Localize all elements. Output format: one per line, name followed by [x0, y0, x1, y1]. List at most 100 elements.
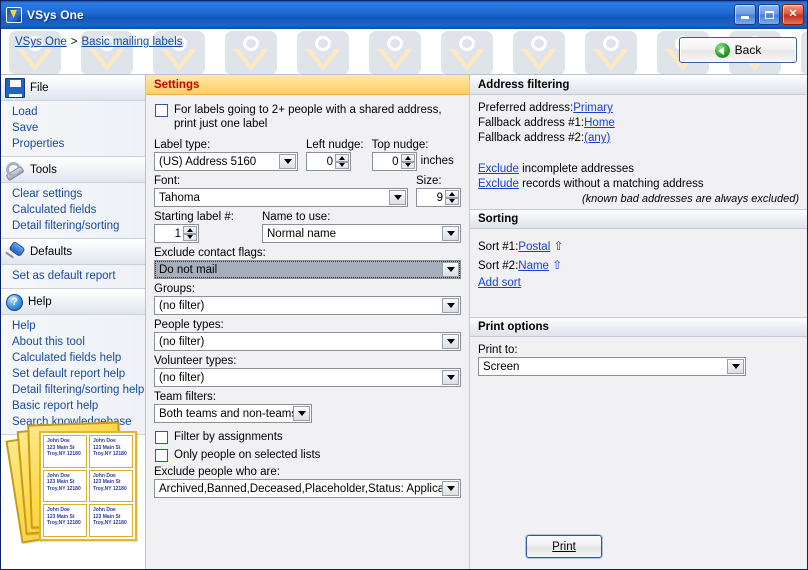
bad-addresses-note: (known bad addresses are always excluded… — [581, 193, 799, 205]
nudge-units-label: inches — [420, 154, 454, 167]
breadcrumb-root-link[interactable]: VSys One — [15, 36, 67, 48]
volunteer-types-value: (no filter) — [159, 371, 205, 384]
filter-by-assignments-checkbox[interactable] — [155, 431, 168, 444]
banner: VSys One > Basic mailing labels Back — [1, 29, 807, 75]
add-sort-link[interactable]: Add sort — [478, 277, 521, 289]
label-cell: John Doe 123 Main St Troy,NY 12180 — [43, 435, 87, 468]
sidebar-item-clear-settings[interactable]: Clear settings — [1, 186, 145, 202]
spinner-down-icon[interactable] — [335, 161, 349, 169]
close-icon: ✕ — [788, 8, 798, 20]
exclude-contact-flags-combo[interactable]: Do not mail — [154, 260, 461, 279]
sort-1-link[interactable]: Postal — [518, 241, 550, 253]
people-types-combo[interactable]: (no filter) — [154, 332, 461, 351]
spinner-up-icon[interactable] — [400, 154, 415, 162]
exclude-incomplete-link[interactable]: Exclude — [478, 163, 519, 175]
preferred-address-link[interactable]: Primary — [573, 102, 613, 114]
sidebar-group-defaults-header[interactable]: Defaults — [1, 239, 145, 265]
maximize-button[interactable] — [758, 4, 780, 25]
sidebar-item-about-this-tool[interactable]: About this tool — [1, 334, 145, 350]
spinner-up-icon[interactable] — [183, 226, 197, 234]
chevron-down-icon[interactable] — [442, 262, 459, 277]
sidebar-item-load[interactable]: Load — [1, 104, 145, 120]
top-nudge-spinner[interactable]: 0 — [371, 152, 417, 171]
font-label: Font: — [154, 175, 181, 187]
minimize-button[interactable] — [734, 4, 756, 25]
chevron-down-icon[interactable] — [442, 226, 459, 241]
chevron-down-icon[interactable] — [442, 298, 459, 313]
sidebar-group-tools-header[interactable]: Tools — [1, 157, 145, 183]
size-spinner[interactable]: 9 — [416, 188, 461, 207]
groups-combo[interactable]: (no filter) — [154, 296, 461, 315]
sidebar-item-help[interactable]: Help — [1, 318, 145, 334]
caption-buttons: ✕ — [734, 4, 804, 25]
chevron-down-icon[interactable] — [442, 481, 459, 496]
fallback-address-2-link[interactable]: (any) — [584, 132, 610, 144]
sidebar-group-defaults-items: Set as default report — [1, 265, 145, 289]
print-button[interactable]: Print — [526, 535, 602, 558]
sidebar-item-calculated-fields[interactable]: Calculated fields — [1, 202, 145, 218]
starting-label-spinner[interactable]: 1 — [154, 224, 199, 243]
sidebar-item-properties[interactable]: Properties — [1, 136, 145, 152]
left-nudge-spinner[interactable]: 0 — [306, 152, 351, 171]
address-filtering-body: Preferred address:Primary Fallback addre… — [470, 95, 807, 205]
chevron-down-icon[interactable] — [293, 406, 310, 421]
add-sort-row: Add sort — [478, 277, 799, 289]
spinner-buttons[interactable] — [400, 154, 415, 169]
sidebar-item-detail-filtering-sorting-help[interactable]: Detail filtering/sorting help — [1, 382, 145, 398]
fallback-address-1-link[interactable]: Home — [584, 117, 615, 129]
name-to-use-combo[interactable]: Normal name — [262, 224, 461, 243]
label-type-combo[interactable]: (US) Address 5160 — [154, 152, 298, 171]
exclude-people-combo[interactable]: Archived,Banned,Deceased,Placeholder,Sta… — [154, 479, 461, 498]
exclude-nomatch-link[interactable]: Exclude — [478, 178, 519, 190]
settings-panel-body: For labels going to 2+ people with a sha… — [146, 95, 469, 498]
sidebar-group-file-header[interactable]: File — [1, 75, 145, 101]
sort-2-direction-icon[interactable]: ⇧ — [552, 258, 562, 272]
sidebar-item-detail-filtering-sorting[interactable]: Detail filtering/sorting — [1, 218, 145, 234]
exclude-nomatch-row: Exclude records without a matching addre… — [478, 178, 799, 190]
spinner-up-icon[interactable] — [335, 154, 349, 162]
sidebar-item-basic-report-help[interactable]: Basic report help — [1, 398, 145, 414]
close-button[interactable]: ✕ — [782, 4, 804, 25]
spinner-up-icon[interactable] — [445, 190, 459, 198]
sort-1-direction-icon[interactable]: ⇧ — [553, 239, 563, 253]
spinner-buttons[interactable] — [445, 190, 459, 205]
sort-2-row: Sort #2:Name ⇧ — [478, 258, 799, 272]
label-type-label: Label type: — [154, 139, 211, 151]
print-to-combo[interactable]: Screen — [478, 357, 746, 376]
size-label: Size: — [416, 175, 442, 187]
sidebar-item-save[interactable]: Save — [1, 120, 145, 136]
chevron-down-icon[interactable] — [442, 370, 459, 385]
back-button[interactable]: Back — [679, 37, 797, 63]
chevron-down-icon[interactable] — [279, 154, 296, 169]
team-filters-combo[interactable]: Both teams and non-teams — [154, 404, 312, 423]
sort-1-row: Sort #1:Postal ⇧ — [478, 239, 799, 253]
people-types-label: People types: — [154, 319, 224, 331]
spinner-buttons[interactable] — [183, 226, 197, 241]
spinner-down-icon[interactable] — [183, 233, 197, 241]
spinner-buttons[interactable] — [335, 154, 349, 169]
spinner-down-icon[interactable] — [400, 161, 415, 169]
chevron-down-icon[interactable] — [727, 359, 744, 374]
breadcrumb-current-link[interactable]: Basic mailing labels — [82, 36, 183, 48]
label-type-row: Label type: (US) Address 5160 Left nudge… — [154, 135, 461, 171]
sidebar-item-set-as-default-report[interactable]: Set as default report — [1, 268, 145, 284]
sidebar: File Load Save Properties Tools Clear se… — [1, 75, 146, 569]
sidebar-item-calculated-fields-help[interactable]: Calculated fields help — [1, 350, 145, 366]
spinner-down-icon[interactable] — [445, 197, 459, 205]
chevron-down-icon[interactable] — [389, 190, 406, 205]
volunteer-types-combo[interactable]: (no filter) — [154, 368, 461, 387]
exclude-people-value: Archived,Banned,Deceased,Placeholder,Sta… — [159, 482, 454, 495]
sort-2-link[interactable]: Name — [518, 260, 549, 272]
print-options-body: Print to: Screen — [470, 337, 807, 376]
sidebar-group-help-header[interactable]: Help — [1, 289, 145, 315]
sorting-title: Sorting — [470, 209, 807, 229]
chevron-down-icon[interactable] — [442, 334, 459, 349]
label-cell: John Doe 123 Main St Troy,NY 12180 — [43, 469, 87, 503]
font-combo[interactable]: Tahoma — [154, 188, 408, 207]
sidebar-item-set-default-report-help[interactable]: Set default report help — [1, 366, 145, 382]
pushpin-icon — [5, 242, 25, 262]
only-selected-lists-checkbox[interactable] — [155, 449, 168, 462]
shared-address-checkbox[interactable] — [155, 104, 168, 117]
fallback-address-1-row: Fallback address #1:Home — [478, 117, 799, 129]
groups-value: (no filter) — [159, 299, 205, 312]
